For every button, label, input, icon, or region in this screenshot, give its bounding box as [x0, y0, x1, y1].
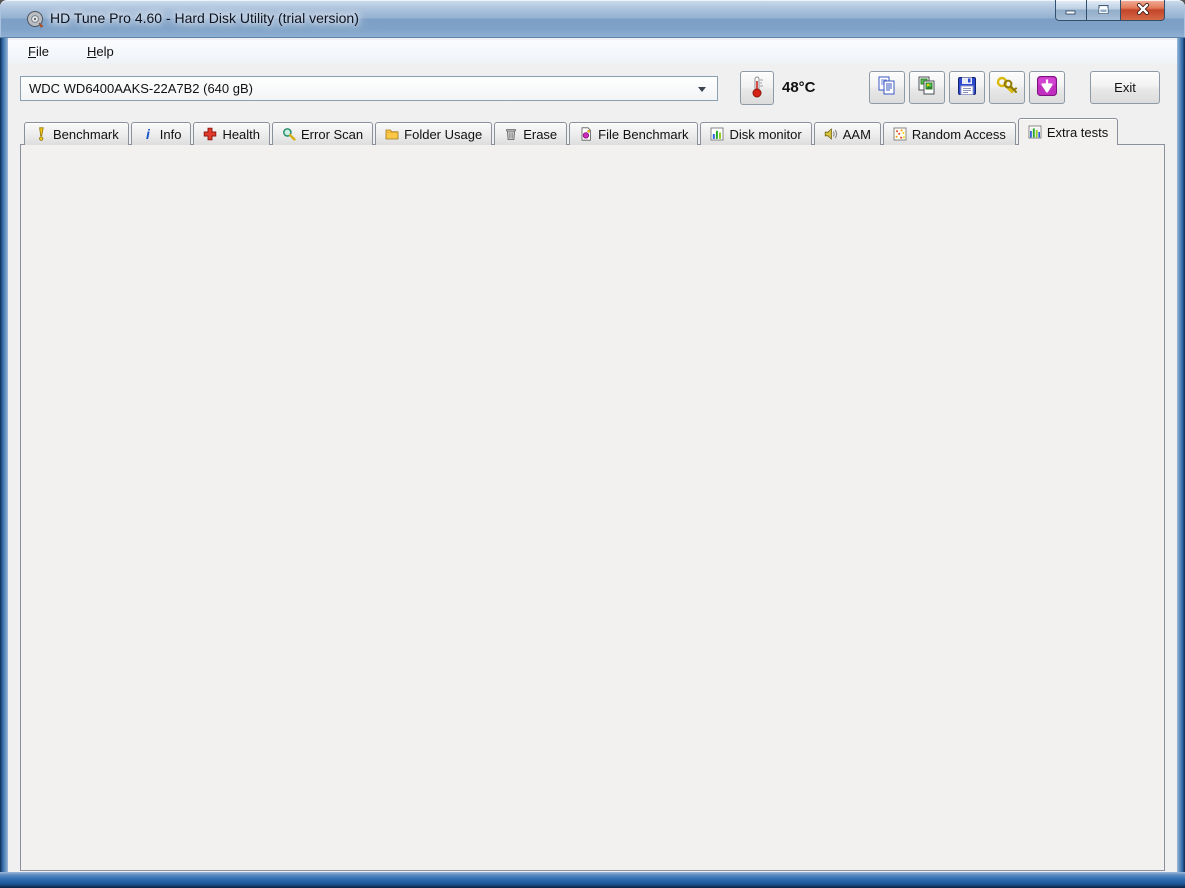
tab-label: Erase	[523, 127, 557, 142]
tab-label: Error Scan	[301, 127, 363, 142]
tab-health[interactable]: Health	[193, 122, 270, 145]
tab-label: Random Access	[912, 127, 1006, 142]
tab-disk-monitor[interactable]: Disk monitor	[700, 122, 811, 145]
tab-info[interactable]: i Info	[131, 122, 192, 145]
keys-button[interactable]	[989, 71, 1025, 104]
drive-selector-value: WDC WD6400AAKS-22A7B2 (640 gB)	[29, 81, 695, 96]
tab-label: Folder Usage	[404, 127, 482, 142]
window-controls	[1055, 0, 1165, 21]
menu-bar: File Help	[8, 40, 1177, 63]
tab-error-scan[interactable]: Error Scan	[272, 122, 373, 145]
download-button[interactable]	[1029, 71, 1065, 104]
temperature-value: 48°C	[782, 79, 816, 96]
tab-folder-usage[interactable]: Folder Usage	[375, 122, 492, 145]
extra-tests-tab-page	[20, 144, 1165, 871]
tab-file-benchmark[interactable]: File Benchmark	[569, 122, 698, 145]
tab-extra-tests[interactable]: Extra tests	[1018, 118, 1118, 145]
thermometer-icon	[746, 75, 768, 102]
app-window: HD Tune Pro 4.60 - Hard Disk Utility (tr…	[0, 0, 1185, 888]
tab-label: File Benchmark	[598, 127, 688, 142]
tab-bar: Benchmark i Info Health Error Scan Folder Usa…	[24, 121, 1120, 145]
aam-icon	[824, 127, 838, 141]
file-benchmark-icon	[579, 127, 593, 141]
tab-label: Info	[160, 127, 182, 142]
save-icon	[956, 75, 978, 100]
erase-icon	[504, 127, 518, 141]
tab-benchmark[interactable]: Benchmark	[24, 122, 129, 145]
temperature-button[interactable]	[740, 71, 774, 105]
copy-text-button[interactable]	[869, 71, 905, 104]
tab-random-access[interactable]: Random Access	[883, 122, 1016, 145]
tab-label: Extra tests	[1047, 125, 1108, 140]
error-scan-icon	[282, 127, 296, 141]
folder-usage-icon	[385, 127, 399, 141]
tab-label: Benchmark	[53, 127, 119, 142]
close-icon	[1135, 3, 1151, 18]
random-access-icon	[893, 127, 907, 141]
minimize-button[interactable]	[1055, 0, 1087, 21]
maximize-button[interactable]	[1087, 0, 1120, 21]
exit-button[interactable]: Exit	[1090, 71, 1160, 104]
app-icon	[26, 10, 44, 28]
tab-label: Disk monitor	[729, 127, 801, 142]
close-button[interactable]	[1120, 0, 1165, 21]
copy-text-icon	[876, 75, 898, 100]
save-button[interactable]	[949, 71, 985, 104]
window-border-bottom	[0, 872, 1185, 888]
download-icon	[1036, 75, 1058, 100]
keys-icon	[995, 75, 1019, 100]
tab-erase[interactable]: Erase	[494, 122, 567, 145]
menu-item-file[interactable]: File	[22, 42, 55, 61]
copy-image-button[interactable]	[909, 71, 945, 104]
window-border-left	[0, 38, 8, 872]
copy-image-icon	[916, 75, 938, 100]
window-border-right	[1177, 38, 1185, 872]
exit-button-label: Exit	[1114, 80, 1136, 95]
window-title: HD Tune Pro 4.60 - Hard Disk Utility (tr…	[50, 10, 359, 26]
tab-aam[interactable]: AAM	[814, 122, 881, 145]
extra-tests-icon	[1028, 125, 1042, 139]
menu-item-help[interactable]: Help	[81, 42, 120, 61]
title-bar[interactable]: HD Tune Pro 4.60 - Hard Disk Utility (tr…	[0, 0, 1185, 38]
tab-label: Health	[222, 127, 260, 142]
svg-text:i: i	[146, 127, 151, 141]
maximize-icon	[1097, 3, 1110, 18]
health-icon	[203, 127, 217, 141]
benchmark-icon	[34, 127, 48, 141]
drive-selector[interactable]: WDC WD6400AAKS-22A7B2 (640 gB)	[20, 76, 718, 101]
chevron-down-icon	[695, 82, 709, 96]
disk-monitor-icon	[710, 127, 724, 141]
tab-label: AAM	[843, 127, 871, 142]
info-icon: i	[141, 127, 155, 141]
minimize-icon	[1064, 3, 1078, 18]
